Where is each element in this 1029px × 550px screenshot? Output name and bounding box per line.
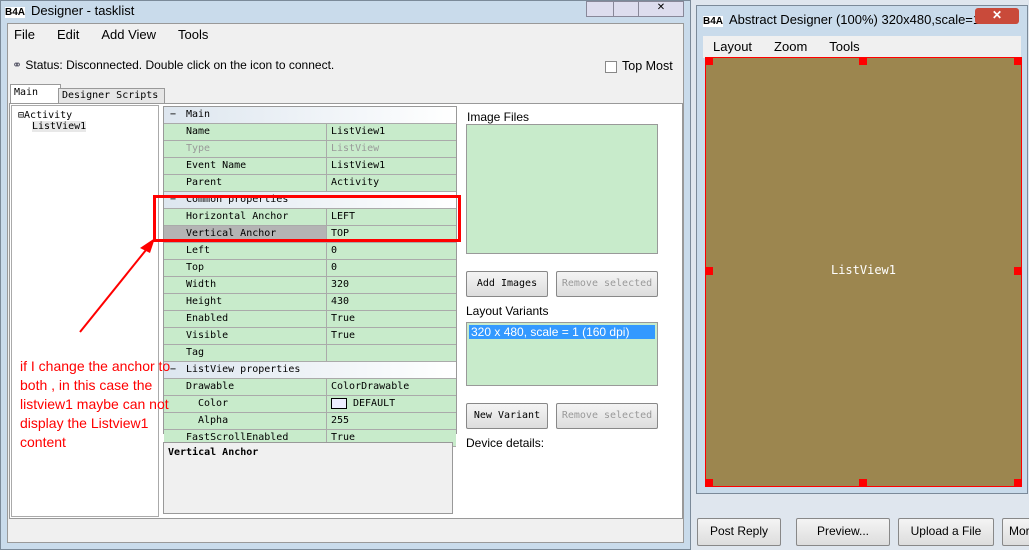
- resize-handle[interactable]: [705, 267, 713, 275]
- listview1-view[interactable]: ListView1: [705, 57, 1022, 487]
- close-button[interactable]: ✕: [975, 8, 1019, 24]
- resize-handle[interactable]: [859, 479, 867, 487]
- menu-layout[interactable]: Layout: [713, 39, 752, 54]
- view-label: ListView1: [830, 263, 897, 277]
- more-button[interactable]: Mor: [1002, 518, 1029, 546]
- resize-handle[interactable]: [705, 479, 713, 487]
- abstract-designer-window: B4A Abstract Designer (100%) 320x480,scal…: [696, 5, 1028, 494]
- resize-handle[interactable]: [705, 57, 713, 65]
- upload-file-button[interactable]: Upload a File: [898, 518, 994, 546]
- abstract-title: Abstract Designer (100%) 320x480,scale=1: [729, 12, 981, 27]
- annotation-arrow: [79, 238, 155, 333]
- annotation-text: if I change the anchor to both , in this…: [20, 358, 171, 450]
- post-reply-button[interactable]: Post Reply: [697, 518, 781, 546]
- resize-handle[interactable]: [1014, 479, 1022, 487]
- preview-button[interactable]: Preview...: [796, 518, 890, 546]
- menu-tools[interactable]: Tools: [829, 39, 859, 54]
- menu-zoom[interactable]: Zoom: [774, 39, 807, 54]
- abstract-menu: Layout Zoom Tools: [703, 36, 1021, 58]
- resize-handle[interactable]: [1014, 57, 1022, 65]
- resize-handle[interactable]: [859, 57, 867, 65]
- resize-handle[interactable]: [1014, 267, 1022, 275]
